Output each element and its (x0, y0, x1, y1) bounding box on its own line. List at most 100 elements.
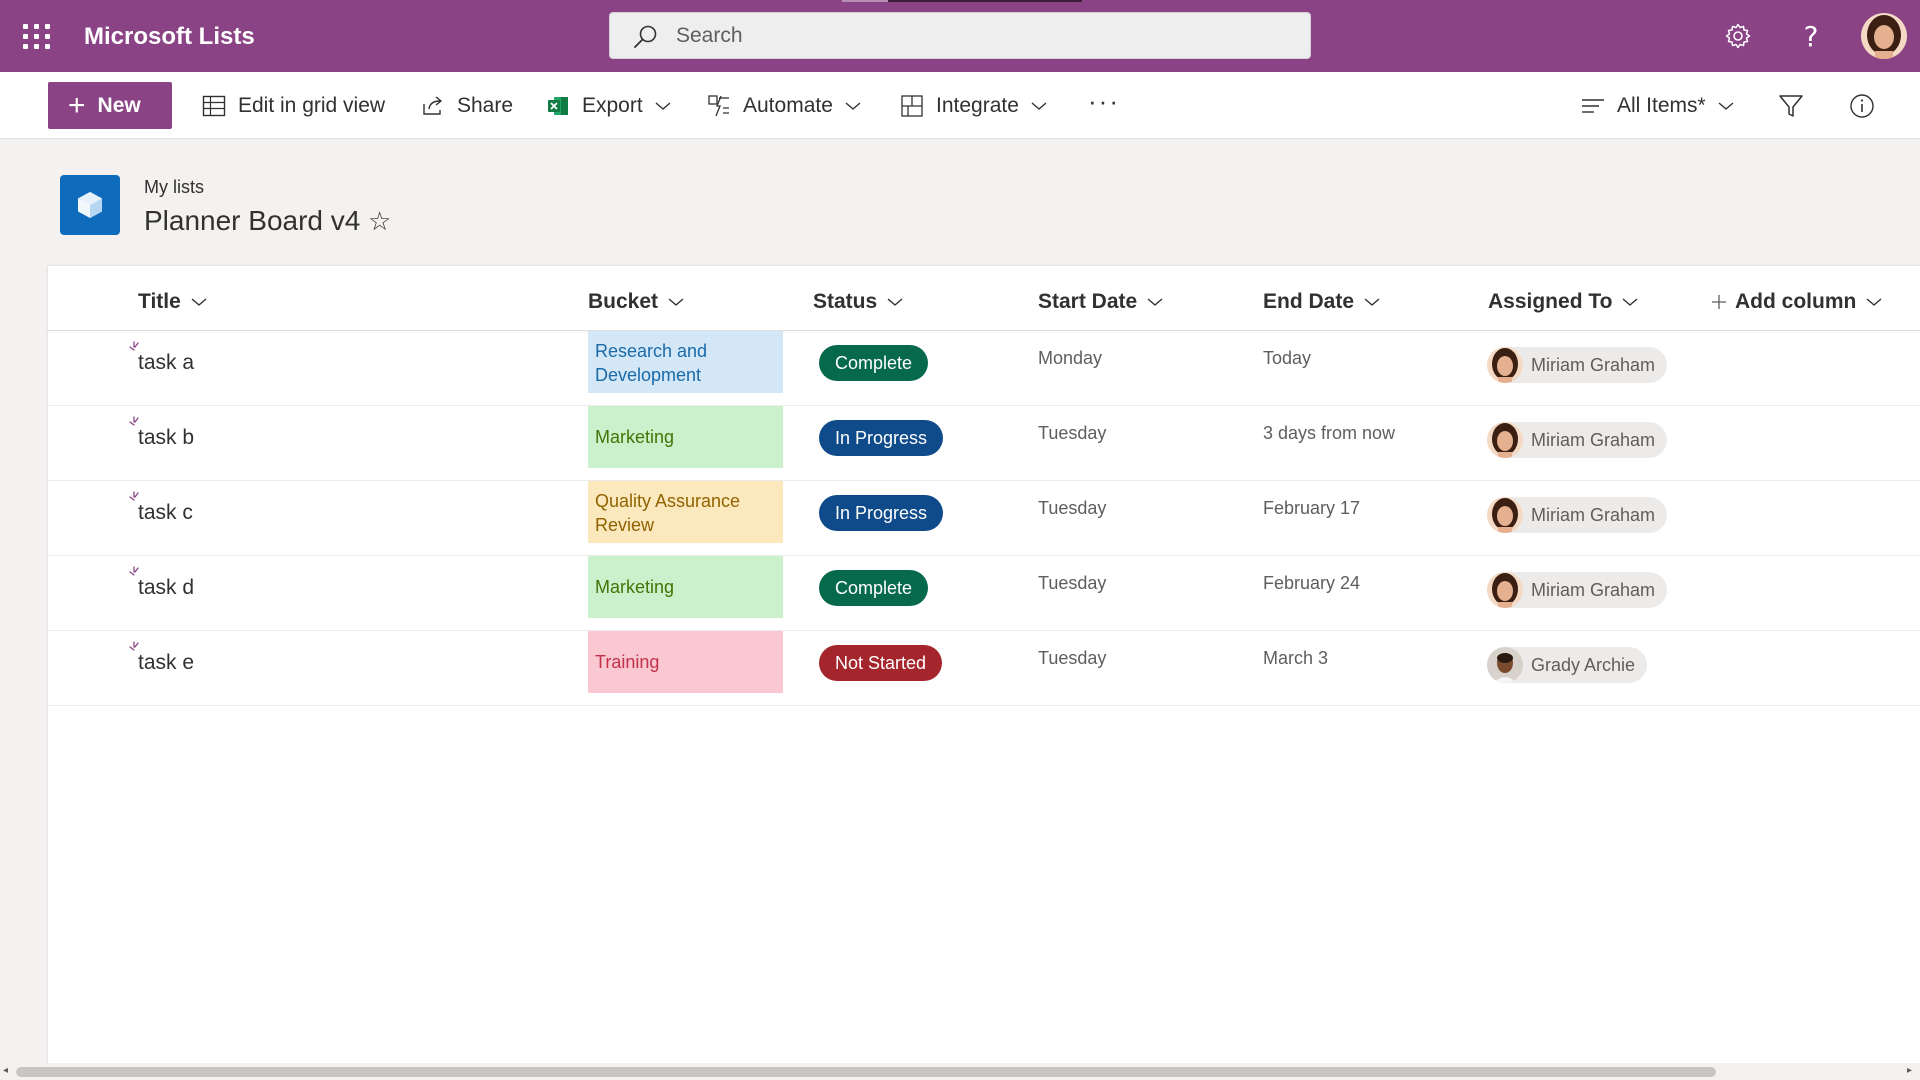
search-icon (634, 25, 657, 48)
chevron-down-icon (1364, 298, 1380, 306)
item-title[interactable]: task a (138, 351, 194, 375)
table-row[interactable]: task a Research and Development Complete… (48, 331, 1920, 406)
column-header-assigned-to[interactable]: Assigned To (1488, 287, 1638, 317)
start-date: Tuesday (1038, 648, 1107, 668)
person-name: Miriam Graham (1531, 579, 1656, 600)
automate-icon (708, 95, 729, 117)
person-name: Miriam Graham (1531, 429, 1656, 450)
horizontal-scrollbar[interactable]: ◂ ▸ (0, 1063, 1920, 1080)
info-icon[interactable] (1849, 90, 1875, 122)
chevron-down-icon (1866, 298, 1882, 306)
edit-grid-view-button[interactable]: Edit in grid view (202, 90, 385, 122)
end-date: March 3 (1263, 648, 1329, 668)
integrate-button[interactable]: Integrate (900, 90, 1047, 122)
help-icon[interactable]: ? (1793, 18, 1829, 54)
waffle-icon[interactable] (19, 20, 51, 52)
table-row[interactable]: task c Quality Assurance Review In Progr… (48, 481, 1920, 556)
start-date: Tuesday (1038, 423, 1107, 443)
scroll-right-icon[interactable]: ▸ (1907, 1065, 1912, 1076)
table-row[interactable]: task e Training Not Started Tuesday Marc… (48, 631, 1920, 706)
new-button[interactable]: + New (48, 82, 172, 129)
table-row[interactable]: task b Marketing In Progress Tuesday 3 d… (48, 406, 1920, 481)
person-chip[interactable]: Miriam Graham (1487, 347, 1668, 383)
end-date: Today (1263, 348, 1312, 368)
favorite-star-icon[interactable]: ☆ (368, 207, 391, 237)
item-title[interactable]: task d (138, 576, 194, 600)
start-date: Monday (1038, 348, 1103, 368)
search-input[interactable] (676, 21, 1276, 51)
column-header-title[interactable]: Title (138, 287, 207, 317)
plus-icon: + (68, 88, 86, 122)
add-column-button[interactable]: Add column (1711, 287, 1882, 317)
person-chip[interactable]: Miriam Graham (1487, 497, 1668, 533)
end-date: 3 days from now (1263, 423, 1396, 443)
chevron-down-icon (668, 298, 684, 306)
avatar[interactable] (1861, 13, 1907, 59)
chevron-down-icon (191, 298, 207, 306)
chevron-down-icon (1718, 102, 1734, 110)
end-date: February 24 (1263, 573, 1361, 593)
chevron-down-icon (1031, 102, 1047, 110)
column-header-end-date[interactable]: End Date (1263, 287, 1380, 317)
avatar (1487, 422, 1523, 458)
chevron-down-icon (1147, 298, 1163, 306)
bucket-tag[interactable]: Marketing (588, 556, 783, 618)
status-badge[interactable]: In Progress (819, 420, 944, 456)
page-title: Planner Board v4 (144, 205, 361, 236)
start-date: Tuesday (1038, 498, 1107, 518)
column-header-start-date[interactable]: Start Date (1038, 287, 1163, 317)
person-name: Miriam Graham (1531, 354, 1656, 375)
breadcrumb[interactable]: My lists (144, 177, 204, 198)
more-options-button[interactable]: ··· (1088, 86, 1120, 117)
person-chip[interactable]: Miriam Graham (1487, 422, 1668, 458)
cube-icon (78, 192, 102, 218)
avatar (1487, 572, 1523, 608)
scroll-left-icon[interactable]: ◂ (3, 1065, 8, 1076)
item-title[interactable]: task b (138, 426, 194, 450)
column-header-bucket[interactable]: Bucket (588, 287, 684, 317)
view-list-icon (1582, 99, 1604, 113)
search-box[interactable] (609, 12, 1311, 59)
person-name: Miriam Graham (1531, 504, 1656, 525)
avatar (1487, 347, 1523, 383)
loading-indicator-highlight (842, 0, 888, 2)
chevron-down-icon (655, 102, 671, 110)
start-date: Tuesday (1038, 573, 1107, 593)
share-icon (423, 96, 443, 115)
plus-icon (1712, 295, 1726, 309)
excel-icon (548, 97, 568, 115)
chevron-down-icon (1622, 298, 1638, 306)
gear-icon[interactable] (1720, 18, 1756, 54)
suite-bar: Microsoft Lists ? (0, 0, 1920, 72)
new-button-label: New (97, 93, 141, 117)
list-icon (60, 175, 120, 235)
column-header-status[interactable]: Status (813, 287, 903, 317)
item-title[interactable]: task c (138, 501, 193, 525)
bucket-tag[interactable]: Training (588, 631, 783, 693)
scrollbar-thumb[interactable] (16, 1067, 1716, 1077)
person-chip[interactable]: Grady Archie (1487, 647, 1648, 683)
export-button[interactable]: Export (546, 90, 671, 122)
avatar (1487, 497, 1523, 533)
chevron-down-icon (845, 102, 861, 110)
share-button[interactable]: Share (421, 90, 513, 122)
bucket-tag[interactable]: Quality Assurance Review (588, 481, 783, 543)
app-title[interactable]: Microsoft Lists (84, 23, 255, 51)
bucket-tag[interactable]: Marketing (588, 406, 783, 468)
chevron-down-icon (887, 298, 903, 306)
bucket-tag[interactable]: Research and Development (588, 331, 783, 393)
end-date: February 17 (1263, 498, 1361, 518)
person-chip[interactable]: Miriam Graham (1487, 572, 1668, 608)
status-badge[interactable]: Complete (819, 345, 929, 381)
table-row[interactable]: task d Marketing Complete Tuesday Februa… (48, 556, 1920, 631)
filter-icon[interactable] (1778, 90, 1804, 122)
status-badge[interactable]: Complete (819, 570, 929, 606)
avatar (1487, 647, 1523, 683)
person-name: Grady Archie (1531, 654, 1636, 675)
status-badge[interactable]: Not Started (819, 645, 943, 681)
view-switcher[interactable]: All Items* (1581, 90, 1734, 122)
automate-button[interactable]: Automate (707, 90, 861, 122)
item-title[interactable]: task e (138, 651, 194, 675)
command-bar: + New Edit in grid view Share Export Aut… (0, 72, 1920, 139)
status-badge[interactable]: In Progress (819, 495, 944, 531)
